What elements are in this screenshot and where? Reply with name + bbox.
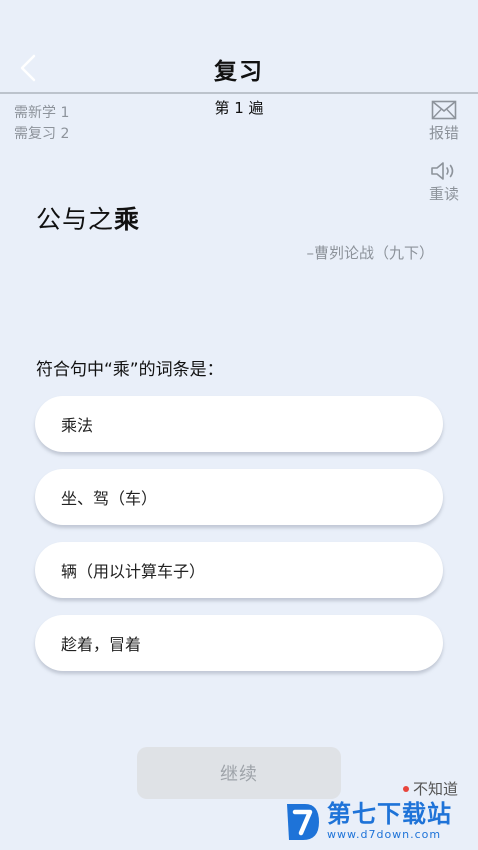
phrase-context: 公与之 xyxy=(36,205,115,234)
dont-know-button[interactable]: 不知道 xyxy=(402,778,458,799)
dont-know-label: 不知道 xyxy=(412,780,458,798)
watermark-title: 第七下载站 xyxy=(327,800,452,828)
continue-button[interactable]: 继续 xyxy=(137,747,341,799)
reread-label: 重读 xyxy=(428,185,459,203)
phrase-source: –曹刿论战（九下） xyxy=(306,244,434,262)
quiz-question: 符合句中“乘”的词条是： xyxy=(36,360,224,380)
pass-count: 第 1 遍 xyxy=(214,99,264,117)
watermark: 第七下载站 www.d7down.com xyxy=(283,800,478,850)
page-title: 复习 xyxy=(214,59,264,85)
answer-options: 乘法 坐、驾（车） 辆（用以计算车子） 趁着，冒着 xyxy=(35,396,443,688)
header-divider xyxy=(0,92,478,94)
mail-icon xyxy=(431,100,457,120)
new-count: 需新学 1 xyxy=(14,105,70,121)
answer-option-3[interactable]: 辆（用以计算车子） xyxy=(35,542,443,598)
speaker-icon xyxy=(431,162,454,180)
watermark-text: 第七下载站 www.d7down.com xyxy=(327,800,452,841)
answer-option-2[interactable]: 坐、驾（车） xyxy=(35,469,443,525)
target-character: 乘 xyxy=(114,205,141,234)
reread-button[interactable]: 重读 xyxy=(422,161,466,204)
watermark-url: www.d7down.com xyxy=(327,828,442,841)
progress-stats: 需新学 1 需复习 2 xyxy=(14,103,69,145)
answer-option-1[interactable]: 乘法 xyxy=(35,396,443,452)
d7-logo-icon xyxy=(287,804,319,840)
report-error-label: 报错 xyxy=(428,124,459,142)
phrase-text: 公与之乘 xyxy=(36,200,140,236)
header: 复习 xyxy=(0,0,478,92)
red-dot-icon xyxy=(402,785,409,792)
report-error-button[interactable]: 报错 xyxy=(422,100,466,143)
answer-option-4[interactable]: 趁着，冒着 xyxy=(35,615,443,671)
review-count: 需复习 2 xyxy=(14,126,70,142)
